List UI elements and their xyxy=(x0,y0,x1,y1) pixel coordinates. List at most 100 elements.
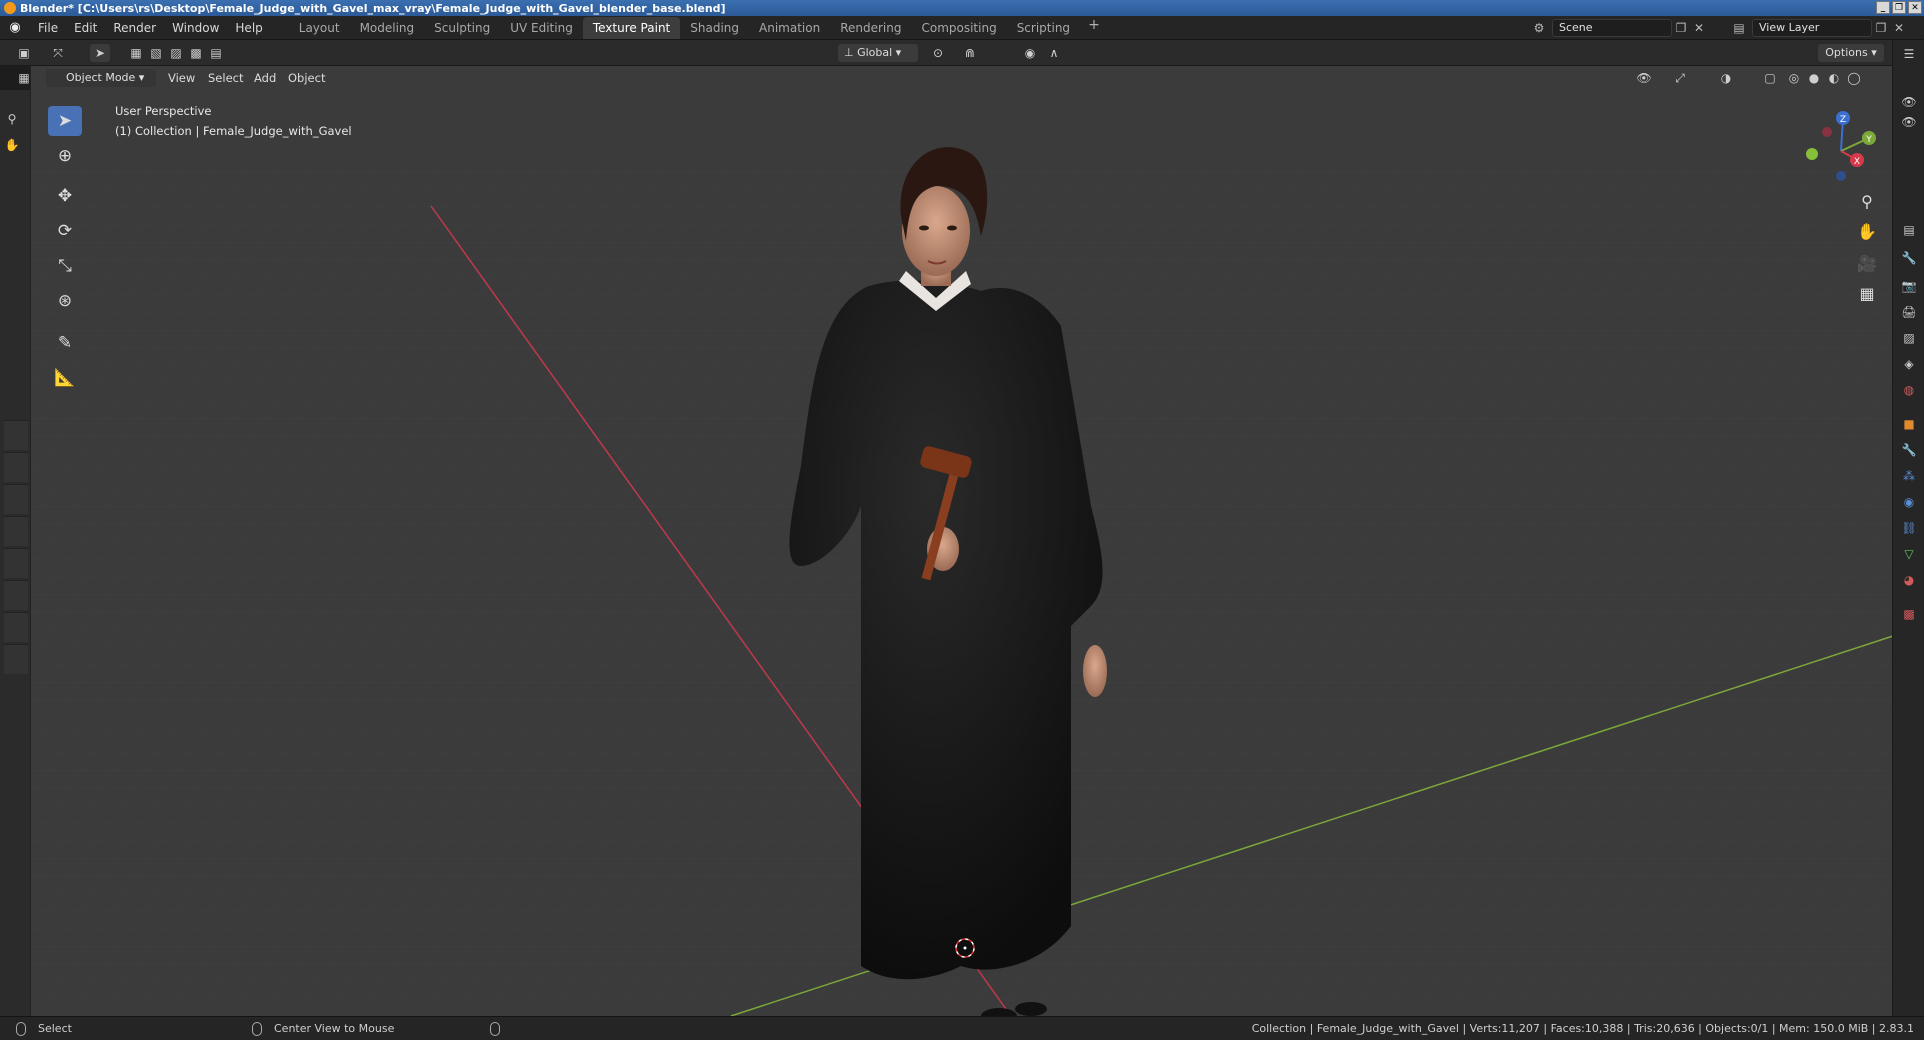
tool-header: ▣ ⤧ ➤ ▦ ▧ ▨ ▩ ▤ ⊥ Global ▾ ⊙ ⋒ ◉ ∧ Optio… xyxy=(0,40,1900,66)
tab-layout[interactable]: Layout xyxy=(289,17,350,39)
zoom-region-icon[interactable]: ⚲ xyxy=(2,110,22,128)
tab-compositing[interactable]: Compositing xyxy=(911,17,1006,39)
options-dropdown[interactable]: Options ▾ xyxy=(1818,44,1884,62)
left-mouse-icon xyxy=(16,1022,26,1036)
menu-render[interactable]: Render xyxy=(105,16,164,40)
outliner-editor-icon[interactable]: ☰ xyxy=(1899,44,1919,64)
move-tool[interactable]: ✥ xyxy=(48,181,82,211)
select-extend-icon[interactable]: ▧ xyxy=(146,44,166,62)
minimize-button[interactable]: _ xyxy=(1876,1,1890,14)
pivot-point-icon[interactable]: ⊙ xyxy=(928,44,948,62)
eye-icon[interactable]: 👁 xyxy=(1899,92,1919,112)
scene-properties-icon[interactable]: ◈ xyxy=(1899,354,1919,374)
wireframe-shading-icon[interactable]: ◎ xyxy=(1784,69,1804,87)
select-invert-icon[interactable]: ▤ xyxy=(206,44,226,62)
gizmo-toggle-icon[interactable]: ⤢ xyxy=(1670,69,1690,87)
annotate-tool[interactable]: ✎ xyxy=(48,328,82,358)
select-intersect-icon[interactable]: ▩ xyxy=(186,44,206,62)
transform-tool[interactable]: ⊛ xyxy=(48,286,82,316)
delete-view-layer-icon[interactable]: ✕ xyxy=(1890,21,1908,35)
delete-scene-icon[interactable]: ✕ xyxy=(1690,21,1708,35)
object-mode-dropdown[interactable]: Object Mode ▾ xyxy=(46,69,156,87)
physics-properties-icon[interactable]: ◉ xyxy=(1899,492,1919,512)
transform-pivot-icon[interactable]: ⤧ xyxy=(48,44,68,62)
texture-properties-icon[interactable]: ▩ xyxy=(1899,604,1919,624)
select-new-icon[interactable]: ▦ xyxy=(126,44,146,62)
new-scene-icon[interactable]: ❐ xyxy=(1672,21,1690,35)
zoom-view-icon[interactable]: ⚲ xyxy=(1852,188,1882,214)
solid-shading-icon[interactable]: ● xyxy=(1804,69,1824,87)
tab-rendering[interactable]: Rendering xyxy=(830,17,911,39)
xray-toggle-icon[interactable]: ▢ xyxy=(1760,69,1780,87)
viewport-menu-object[interactable]: Object xyxy=(288,69,325,87)
gizmo-neg-y-icon[interactable] xyxy=(1806,148,1818,160)
gizmo-neg-x-icon[interactable] xyxy=(1822,127,1832,137)
eye-icon[interactable]: 👁 xyxy=(1899,112,1919,132)
view-layer-selector[interactable]: ▤ View Layer ❐ ✕ xyxy=(1730,19,1920,37)
select-tool-icon[interactable]: ➤ xyxy=(90,44,110,62)
tab-texture-paint[interactable]: Texture Paint xyxy=(582,16,681,39)
gizmo-neg-z-icon[interactable] xyxy=(1836,171,1846,181)
menu-window[interactable]: Window xyxy=(164,16,227,40)
view-layer-icon: ▤ xyxy=(1733,21,1745,35)
particle-properties-icon[interactable]: ⁂ xyxy=(1899,466,1919,486)
pan-region-icon[interactable]: ✋ xyxy=(2,136,22,154)
transform-icon: ⊛ xyxy=(57,291,73,311)
world-properties-icon[interactable]: ◍ xyxy=(1899,380,1919,400)
constraint-properties-icon[interactable]: ⛓ xyxy=(1899,518,1919,538)
material-properties-icon[interactable]: ◕ xyxy=(1899,570,1919,590)
maximize-button[interactable]: ❐ xyxy=(1892,1,1906,14)
tab-animation[interactable]: Animation xyxy=(749,17,830,39)
tool-properties-icon[interactable]: 🔧 xyxy=(1899,248,1919,268)
tab-uv-editing[interactable]: UV Editing xyxy=(500,17,583,39)
tab-shading[interactable]: Shading xyxy=(680,17,749,39)
menu-file[interactable]: File xyxy=(30,16,66,40)
properties-editor-icon[interactable]: ▤ xyxy=(1899,220,1919,240)
object-properties-icon[interactable]: ■ xyxy=(1899,414,1919,434)
scene-selector[interactable]: ⚙ Scene ❐ ✕ xyxy=(1530,19,1710,37)
view-layer-name-field[interactable]: View Layer xyxy=(1752,19,1872,37)
scale-tool[interactable]: ⤡ xyxy=(48,251,82,281)
data-properties-icon[interactable]: ▽ xyxy=(1899,544,1919,564)
pan-view-icon[interactable]: ✋ xyxy=(1852,218,1882,244)
tab-modeling[interactable]: Modeling xyxy=(350,17,425,39)
rendered-shading-icon[interactable]: ◯ xyxy=(1844,69,1864,87)
overlay-toggle-icon[interactable]: ◑ xyxy=(1716,69,1736,87)
tab-scripting[interactable]: Scripting xyxy=(1007,17,1080,39)
tab-sculpting[interactable]: Sculpting xyxy=(424,17,500,39)
cursor-tool[interactable]: ⊕ xyxy=(48,141,82,171)
transform-orientation-dropdown[interactable]: ⊥ Global ▾ xyxy=(838,44,918,62)
new-view-layer-icon[interactable]: ❐ xyxy=(1872,21,1890,35)
output-properties-icon[interactable]: 🖨 xyxy=(1899,302,1919,322)
blender-menu-icon[interactable]: ◉ xyxy=(0,20,30,35)
material-shading-icon[interactable]: ◐ xyxy=(1824,69,1844,87)
falloff-icon[interactable]: ∧ xyxy=(1044,44,1064,62)
view-layer-properties-icon[interactable]: ▨ xyxy=(1899,328,1919,348)
gizmo-y-label: Y xyxy=(1865,135,1872,145)
window-title: Blender* [C:\Users\rs\Desktop\Female_Jud… xyxy=(20,1,726,15)
camera-view-icon[interactable]: 🎥 xyxy=(1852,250,1882,276)
snap-icon[interactable]: ⋒ xyxy=(960,44,980,62)
render-properties-icon[interactable]: 📷 xyxy=(1899,276,1919,296)
add-workspace-button[interactable]: + xyxy=(1080,17,1108,39)
3d-viewport[interactable]: Z Y X User Perspective (1) Collection | … xyxy=(30,66,1892,1016)
scene-name-field[interactable]: Scene xyxy=(1552,19,1672,37)
editor-type-icon[interactable]: ▣ xyxy=(14,44,34,62)
measure-tool[interactable]: 📐 xyxy=(48,363,82,393)
modifier-properties-icon[interactable]: 🔧 xyxy=(1899,440,1919,460)
proportional-edit-icon[interactable]: ◉ xyxy=(1020,44,1040,62)
rotate-tool[interactable]: ⟳ xyxy=(48,216,82,246)
viewport-editor-type-icon[interactable]: ▦ xyxy=(14,69,34,87)
select-box-tool[interactable]: ➤ xyxy=(48,106,82,136)
annotate-icon: ✎ xyxy=(57,333,73,353)
menu-help[interactable]: Help xyxy=(227,16,270,40)
close-button[interactable]: ✕ xyxy=(1908,1,1922,14)
select-subtract-icon[interactable]: ▨ xyxy=(166,44,186,62)
measure-icon: 📐 xyxy=(54,368,76,388)
visibility-icon[interactable]: 👁 xyxy=(1634,69,1654,87)
menu-edit[interactable]: Edit xyxy=(66,16,105,40)
viewport-menu-add[interactable]: Add xyxy=(254,69,276,87)
viewport-menu-view[interactable]: View xyxy=(168,69,195,87)
ortho-toggle-icon[interactable]: ▦ xyxy=(1852,280,1882,306)
viewport-menu-select[interactable]: Select xyxy=(208,69,243,87)
